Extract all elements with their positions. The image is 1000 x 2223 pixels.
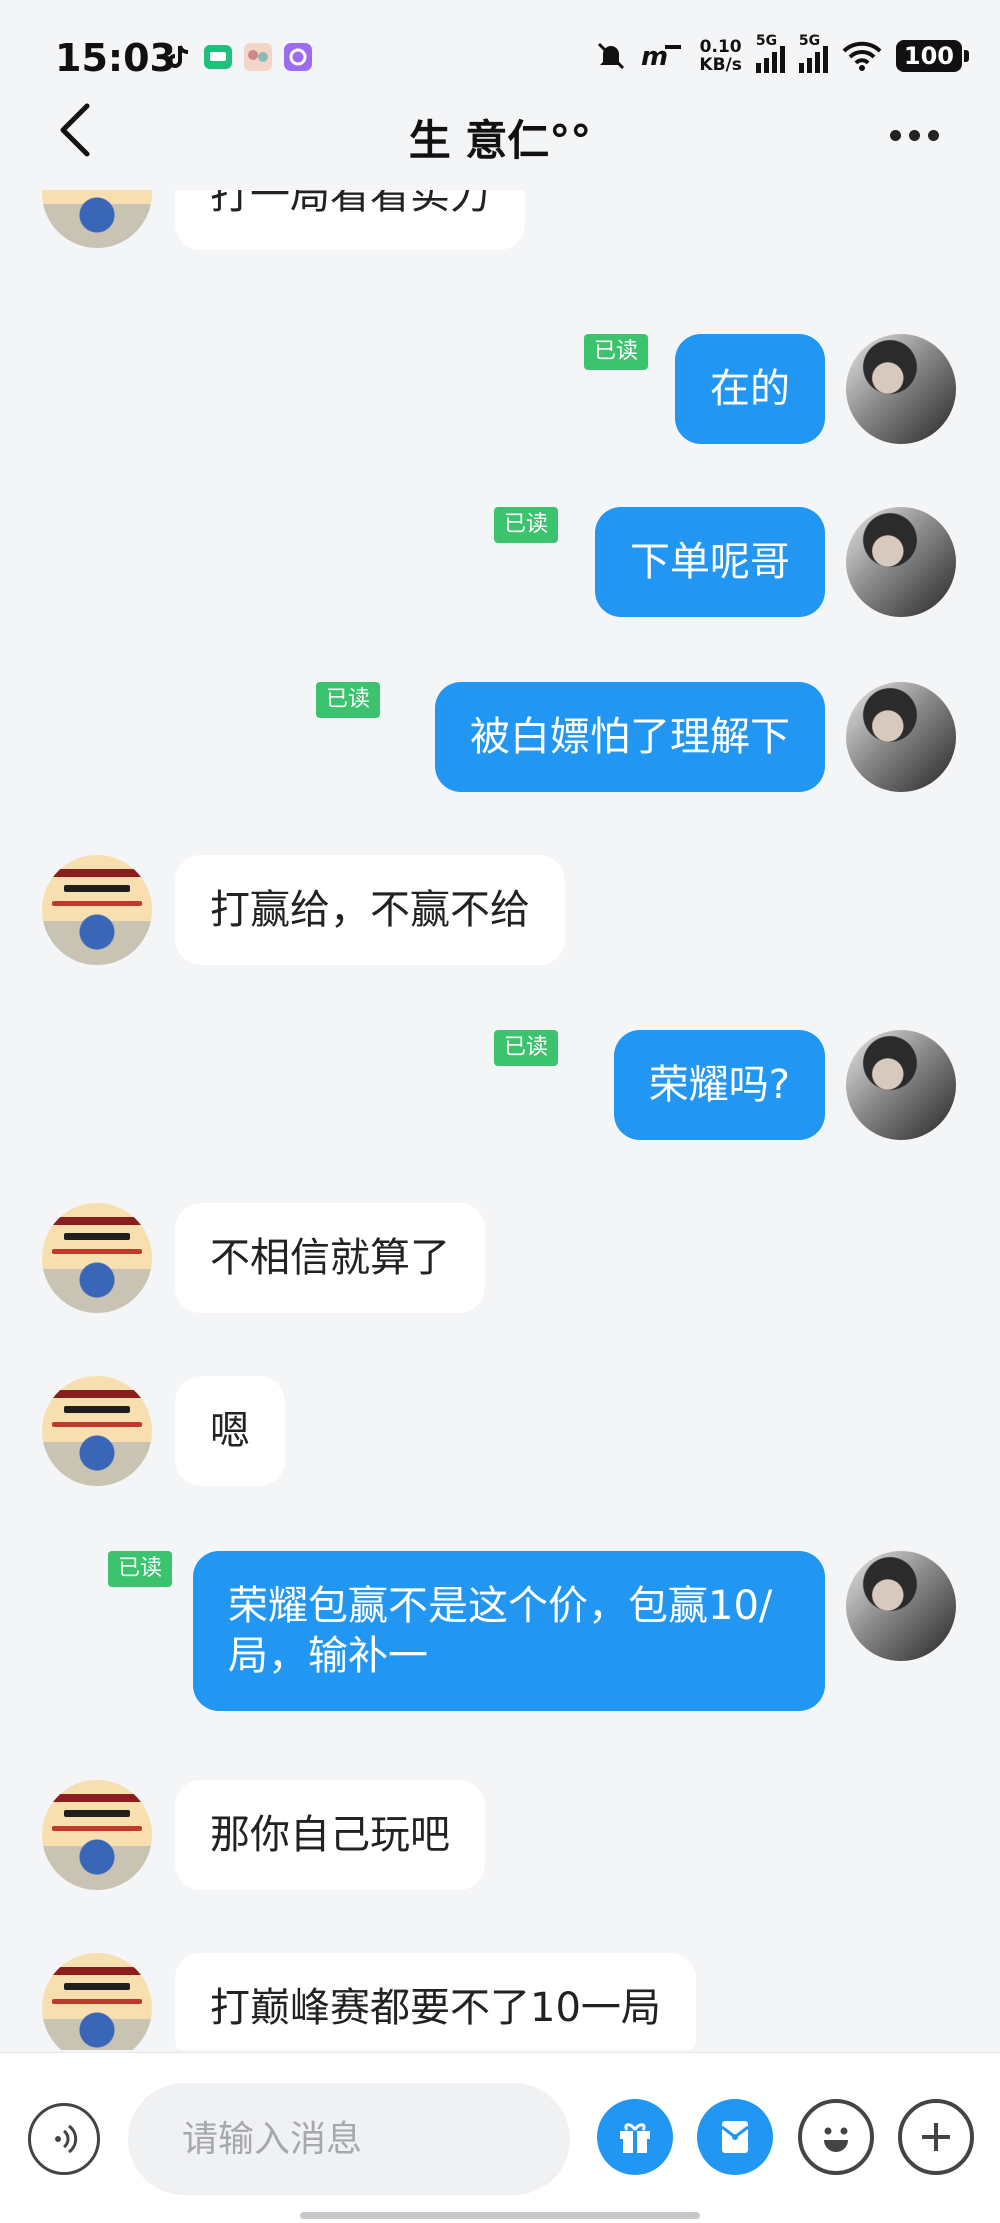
battery-indicator: 100 [895,40,970,72]
my-avatar[interactable] [846,334,956,444]
wifi-icon [842,41,882,71]
message-app-icon [204,45,232,69]
message-bubble-outgoing[interactable]: 荣耀吗? [613,1030,825,1140]
signal-2-icon: 5G [798,33,828,73]
tiktok-icon [168,45,189,68]
status-time: 15:03 [55,36,176,80]
more-button[interactable] [890,115,960,155]
svg-text:m: m [641,42,668,71]
message-row-incoming: 不相信就算了 [0,1203,1000,1323]
chat-header: 生 意仁°° [0,95,1000,190]
photo-app-icon [244,43,272,71]
mute-bell-icon [598,42,625,70]
status-right: m 0.10 KB/s 5G 5G 100 [595,33,970,74]
read-badge: 已读 [493,507,558,543]
plus-button[interactable] [898,2099,974,2175]
message-row-outgoing: 已读 荣耀包赢不是这个价，包赢10/局，输补一 [0,1551,1000,1731]
gift-button[interactable] [597,2099,673,2175]
my-avatar[interactable] [846,507,956,617]
chat-title: 生 意仁°° [408,116,592,165]
red-packet-icon [721,2121,749,2153]
message-bubble-outgoing[interactable]: 荣耀包赢不是这个价，包赢10/局，输补一 [193,1551,825,1711]
net-speed: 0.10 KB/s [699,38,741,74]
my-avatar[interactable] [846,1551,956,1661]
message-bubble-outgoing[interactable]: 下单呢哥 [595,507,825,617]
voice-icon [55,2124,78,2154]
gift-icon [620,2123,650,2153]
sim2-label: 5G [798,33,821,49]
net-speed-unit: KB/s [699,55,742,75]
read-badge: 已读 [315,682,380,718]
contact-avatar[interactable] [42,1953,152,2050]
message-bubble-incoming[interactable]: 打一局看看实力 [175,190,525,250]
contact-avatar[interactable] [42,1203,152,1313]
message-row-incoming: 嗯 [0,1376,1000,1496]
input-bar [0,2052,1000,2223]
contact-avatar[interactable] [42,1376,152,1486]
my-avatar[interactable] [846,682,956,792]
message-bubble-outgoing[interactable]: 在的 [675,334,825,444]
read-badge: 已读 [583,334,648,370]
plus-icon [922,2123,950,2151]
message-bubble-incoming[interactable]: 嗯 [175,1376,285,1486]
message-bubble-incoming[interactable]: 那你自己玩吧 [175,1780,485,1890]
hd-icon: m [641,42,682,71]
message-bubble-incoming[interactable]: 打巅峰赛都要不了10一局 [175,1953,696,2050]
message-input[interactable] [128,2083,570,2195]
read-badge: 已读 [493,1030,558,1066]
message-row-incoming: 那你自己玩吧 [0,1780,1000,1900]
message-bubble-incoming[interactable]: 打赢给，不赢不给 [175,855,565,965]
message-row-outgoing: 已读 下单呢哥 [0,505,1000,625]
message-row-outgoing: 已读 被白嫖怕了理解下 [0,680,1000,800]
message-row-incoming: 打一局看看实力 [0,190,1000,270]
net-speed-value: 0.10 [699,37,742,57]
more-dots-icon [890,129,901,141]
message-row-incoming: 打巅峰赛都要不了10一局 [0,1953,1000,2050]
emoji-button[interactable] [798,2099,874,2175]
message-bubble-outgoing[interactable]: 被白嫖怕了理解下 [435,682,825,792]
message-row-outgoing: 已读 荣耀吗? [0,1028,1000,1148]
emoji-icon [824,2127,848,2152]
contact-avatar[interactable] [42,1780,152,1890]
message-row-incoming: 打赢给，不赢不给 [0,855,1000,975]
message-list[interactable]: 打一局看看实力 已读 在的 已读 下单呢哥 已读 被白嫖怕了理解下 打赢给，不赢… [0,190,1000,2050]
sim1-label: 5G [755,33,778,49]
soul-app-icon [284,43,312,71]
voice-button[interactable] [28,2103,100,2175]
signal-1-icon: 5G [755,33,785,73]
contact-avatar[interactable] [42,855,152,965]
status-app-icons [163,42,313,72]
home-indicator[interactable] [300,2212,700,2219]
message-bubble-incoming[interactable]: 不相信就算了 [175,1203,485,1313]
read-badge: 已读 [107,1551,172,1587]
message-row-outgoing: 已读 在的 [0,330,1000,450]
contact-avatar[interactable] [42,190,152,248]
my-avatar[interactable] [846,1030,956,1140]
red-packet-button[interactable] [697,2099,773,2175]
